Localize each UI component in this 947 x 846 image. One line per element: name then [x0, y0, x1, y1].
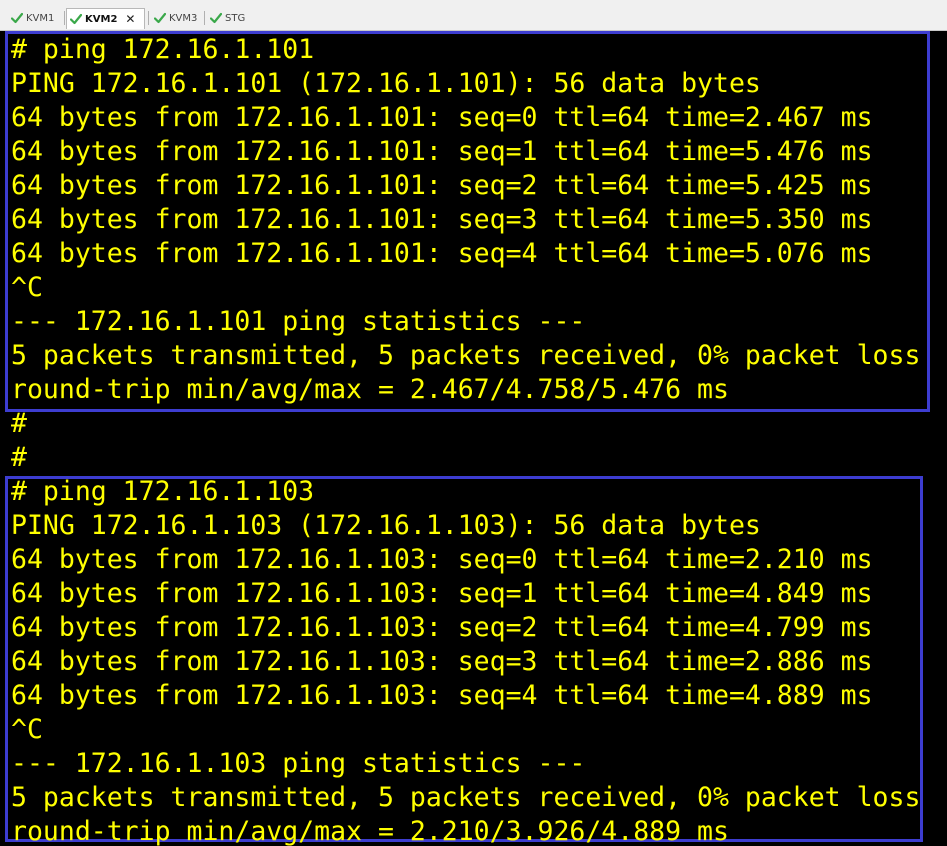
tab-label: KVM2: [85, 13, 118, 25]
check-icon: [154, 12, 166, 24]
terminal-line: --- 172.16.1.103 ping statistics ---: [11, 748, 586, 779]
terminal-line: 5 packets transmitted, 5 packets receive…: [11, 340, 921, 371]
terminal-line: PING 172.16.1.101 (172.16.1.101): 56 dat…: [11, 68, 761, 99]
terminal-line: 64 bytes from 172.16.1.103: seq=3 ttl=64…: [11, 646, 873, 677]
terminal-line: 64 bytes from 172.16.1.103: seq=0 ttl=64…: [11, 544, 873, 575]
terminal-output[interactable]: # ping 172.16.1.101 PING 172.16.1.101 (1…: [0, 31, 947, 846]
terminal-line: 64 bytes from 172.16.1.103: seq=1 ttl=64…: [11, 578, 873, 609]
terminal-line: #: [11, 408, 27, 439]
terminal-line: PING 172.16.1.103 (172.16.1.103): 56 dat…: [11, 510, 761, 541]
terminal-line: # ping 172.16.1.101: [11, 34, 315, 65]
terminal-line: 64 bytes from 172.16.1.101: seq=3 ttl=64…: [11, 204, 873, 235]
tab-label: STG: [225, 12, 246, 24]
session-tab-bar: KVM1 KVM2 ✕ KVM3 STG: [0, 0, 947, 31]
tab-divider: [204, 11, 205, 25]
terminal-line: # ping 172.16.1.103: [11, 476, 315, 507]
tab-label: KVM1: [26, 12, 55, 24]
terminal-line: --- 172.16.1.101 ping statistics ---: [11, 306, 586, 337]
terminal-line: #: [11, 442, 27, 473]
terminal-line: 64 bytes from 172.16.1.101: seq=0 ttl=64…: [11, 102, 873, 133]
terminal-line: ^C: [11, 272, 43, 303]
terminal-line: 64 bytes from 172.16.1.103: seq=2 ttl=64…: [11, 612, 873, 643]
terminal-line: ^C: [11, 714, 43, 745]
terminal-line: round-trip min/avg/max = 2.210/3.926/4.8…: [11, 816, 729, 846]
close-icon[interactable]: ✕: [125, 13, 135, 25]
terminal-line: 64 bytes from 172.16.1.101: seq=2 ttl=64…: [11, 170, 873, 201]
terminal-line: 64 bytes from 172.16.1.103: seq=4 ttl=64…: [11, 680, 873, 711]
check-icon: [11, 12, 23, 24]
tab-stg[interactable]: STG: [207, 8, 249, 28]
tab-kvm3[interactable]: KVM3: [151, 8, 201, 28]
terminal-line: 5 packets transmitted, 5 packets receive…: [11, 782, 921, 813]
tab-divider: [64, 11, 65, 25]
terminal-line: 64 bytes from 172.16.1.101: seq=1 ttl=64…: [11, 136, 873, 167]
check-icon: [210, 12, 222, 24]
tab-label: KVM3: [169, 12, 198, 24]
terminal-line: 64 bytes from 172.16.1.101: seq=4 ttl=64…: [11, 238, 873, 269]
tab-divider: [148, 11, 149, 25]
tab-kvm2[interactable]: KVM2 ✕: [66, 8, 145, 29]
terminal-line: round-trip min/avg/max = 2.467/4.758/5.4…: [11, 374, 729, 405]
tab-kvm1[interactable]: KVM1: [8, 8, 58, 28]
check-icon: [70, 13, 82, 25]
